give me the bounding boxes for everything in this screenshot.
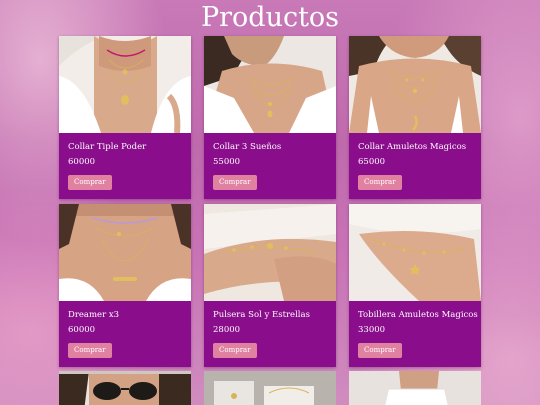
product-image[interactable] xyxy=(59,204,191,301)
buy-button[interactable]: Comprar xyxy=(358,343,402,358)
product-card: Collar Tiple Poder 60000 Comprar xyxy=(59,36,191,199)
product-card: Collar 3 Sueños 55000 Comprar xyxy=(204,36,336,199)
product-image[interactable] xyxy=(204,204,336,301)
buy-button[interactable]: Comprar xyxy=(358,175,402,190)
product-image[interactable] xyxy=(349,204,481,301)
product-price: 60000 xyxy=(68,157,96,167)
product-image[interactable] xyxy=(349,36,481,133)
product-name: Pulsera Sol y Estrellas xyxy=(213,310,310,320)
product-price: 33000 xyxy=(358,325,386,335)
product-card: Collar Amuletos Magicos 65000 Comprar xyxy=(349,36,481,199)
product-price: 55000 xyxy=(213,157,241,167)
buy-button[interactable]: Comprar xyxy=(213,343,257,358)
product-name: Collar Tiple Poder xyxy=(68,142,147,152)
product-name: Collar Amuletos Magicos xyxy=(358,142,467,152)
product-name: Dreamer x3 xyxy=(68,310,120,320)
product-card: Tobillera Amuletos Magicos 33000 Comprar xyxy=(349,204,481,367)
product-image[interactable] xyxy=(204,36,336,133)
buy-button[interactable]: Comprar xyxy=(68,175,112,190)
product-image[interactable] xyxy=(204,371,336,405)
product-name: Tobillera Amuletos Magicos xyxy=(358,310,478,320)
product-card: Pulsera Sol y Estrellas 28000 Comprar xyxy=(204,204,336,367)
product-image[interactable] xyxy=(59,371,191,405)
product-name: Collar 3 Sueños xyxy=(213,142,282,152)
product-card: Dreamer x3 60000 Comprar xyxy=(59,204,191,367)
product-image[interactable] xyxy=(59,36,191,133)
product-image[interactable] xyxy=(349,371,481,405)
product-price: 60000 xyxy=(68,325,96,335)
product-price: 28000 xyxy=(213,325,241,335)
buy-button[interactable]: Comprar xyxy=(213,175,257,190)
product-grid: Collar Tiple Poder 60000 Comprar Collar … xyxy=(59,36,482,367)
page-title: Productos xyxy=(200,2,340,33)
product-price: 65000 xyxy=(358,157,386,167)
buy-button[interactable]: Comprar xyxy=(68,343,112,358)
product-grid-partial-row xyxy=(59,371,482,405)
